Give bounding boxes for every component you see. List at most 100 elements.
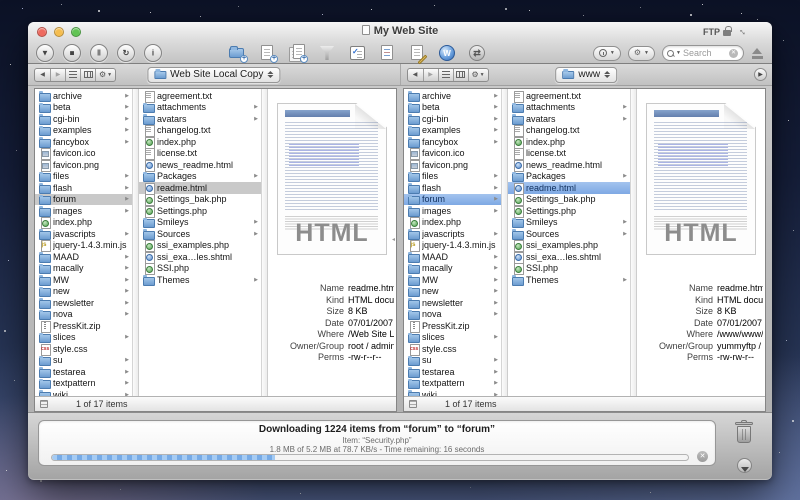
- action-menu-button[interactable]: ⚙▼: [95, 69, 115, 81]
- action-menu-button[interactable]: ⚙▼: [468, 69, 488, 81]
- list-item[interactable]: license.txt: [139, 148, 261, 160]
- sync-button[interactable]: ⇄: [468, 44, 487, 62]
- search-field[interactable]: ▼ ✕: [662, 45, 744, 61]
- list-item[interactable]: Smileys▶: [508, 217, 630, 229]
- refresh-button[interactable]: ↻: [117, 44, 135, 62]
- list-item[interactable]: news_readme.html: [139, 159, 261, 171]
- list-item[interactable]: ssi_exa…les.shtml: [508, 251, 630, 263]
- list-item[interactable]: jquery-1.4.3.min.js: [404, 240, 501, 252]
- list-item[interactable]: style.css: [404, 343, 501, 355]
- list-item[interactable]: SSI.php: [508, 263, 630, 275]
- list-item[interactable]: cgi-bin▶: [404, 113, 501, 125]
- duplicate-button[interactable]: +: [288, 44, 307, 62]
- list-item[interactable]: changelog.txt: [139, 125, 261, 137]
- list-item[interactable]: examples▶: [404, 125, 501, 137]
- list-item[interactable]: favicon.ico: [404, 148, 501, 160]
- list-item[interactable]: agreement.txt: [508, 90, 630, 102]
- list-item[interactable]: agreement.txt: [139, 90, 261, 102]
- list-item[interactable]: attachments▶: [508, 102, 630, 114]
- scrollbar-track[interactable]: [501, 89, 508, 396]
- list-item[interactable]: jquery-1.4.3.min.js: [35, 240, 132, 252]
- schedule-menu-button[interactable]: ⚙ ▼: [628, 46, 655, 61]
- left-path-dropdown[interactable]: Web Site Local Copy: [147, 67, 280, 83]
- list-item[interactable]: Sources▶: [508, 228, 630, 240]
- list-item[interactable]: favicon.png: [35, 159, 132, 171]
- new-file-button[interactable]: +: [258, 44, 277, 62]
- list-item[interactable]: textpattern▶: [404, 378, 501, 390]
- pause-button[interactable]: ‖: [90, 44, 108, 62]
- list-item[interactable]: ssi_exa…les.shtml: [139, 251, 261, 263]
- list-item[interactable]: index.php: [35, 217, 132, 229]
- list-item[interactable]: slices▶: [35, 332, 132, 344]
- scrollbar-track[interactable]: [132, 89, 139, 396]
- column-view-button[interactable]: [80, 69, 95, 81]
- list-item[interactable]: favicon.png: [404, 159, 501, 171]
- list-item[interactable]: examples▶: [35, 125, 132, 137]
- new-folder-button[interactable]: +: [228, 44, 247, 62]
- list-item[interactable]: su▶: [35, 355, 132, 367]
- list-item[interactable]: MW▶: [35, 274, 132, 286]
- list-item[interactable]: ssi_examples.php: [139, 240, 261, 252]
- list-item[interactable]: wiki▶: [404, 389, 501, 396]
- list-item[interactable]: SSI.php: [139, 263, 261, 275]
- list-item[interactable]: forum▶: [404, 194, 501, 206]
- list-item[interactable]: new▶: [404, 286, 501, 298]
- list-item[interactable]: Settings_bak.php: [139, 194, 261, 206]
- list-item[interactable]: MAAD▶: [404, 251, 501, 263]
- list-item[interactable]: Packages▶: [139, 171, 261, 183]
- list-item[interactable]: Settings.php: [508, 205, 630, 217]
- back-button[interactable]: ◀: [35, 69, 50, 81]
- list-item[interactable]: MW▶: [404, 274, 501, 286]
- filter-button[interactable]: [318, 44, 337, 62]
- forward-button[interactable]: ▶: [423, 69, 438, 81]
- clear-search-icon[interactable]: ✕: [729, 49, 738, 58]
- list-view-button[interactable]: [65, 69, 80, 81]
- list-item[interactable]: license.txt: [508, 148, 630, 160]
- list-item[interactable]: Settings.php: [139, 205, 261, 217]
- list-item[interactable]: new▶: [35, 286, 132, 298]
- list-item[interactable]: index.php: [139, 136, 261, 148]
- list-item[interactable]: su▶: [404, 355, 501, 367]
- right-path-dropdown[interactable]: www: [555, 67, 617, 83]
- list-item[interactable]: files▶: [35, 171, 132, 183]
- list-item[interactable]: testarea▶: [35, 366, 132, 378]
- list-item[interactable]: ssi_examples.php: [508, 240, 630, 252]
- download-button[interactable]: ▼: [36, 44, 54, 62]
- list-item[interactable]: flash▶: [404, 182, 501, 194]
- list-item[interactable]: javascripts▶: [404, 228, 501, 240]
- list-item[interactable]: nova▶: [35, 309, 132, 321]
- list-item[interactable]: fancybox▶: [35, 136, 132, 148]
- column-view-button[interactable]: [453, 69, 468, 81]
- list-item[interactable]: readme.html: [139, 182, 261, 194]
- forward-button[interactable]: ▶: [50, 69, 65, 81]
- list-item[interactable]: attachments▶: [139, 102, 261, 114]
- list-item[interactable]: files▶: [404, 171, 501, 183]
- edit-button[interactable]: [408, 44, 427, 62]
- list-item[interactable]: Packages▶: [508, 171, 630, 183]
- list-item[interactable]: archive▶: [404, 90, 501, 102]
- trash-button[interactable]: [734, 419, 754, 444]
- stop-button[interactable]: ■: [63, 44, 81, 62]
- eject-button[interactable]: [751, 47, 764, 59]
- list-item[interactable]: fancybox▶: [404, 136, 501, 148]
- scrollbar-track[interactable]: [261, 89, 268, 396]
- list-item[interactable]: Smileys▶: [139, 217, 261, 229]
- list-item[interactable]: cgi-bin▶: [35, 113, 132, 125]
- list-item[interactable]: changelog.txt: [508, 125, 630, 137]
- log-button[interactable]: [378, 44, 397, 62]
- list-item[interactable]: PressKit.zip: [35, 320, 132, 332]
- info-button[interactable]: i: [144, 44, 162, 62]
- list-item[interactable]: avatars▶: [139, 113, 261, 125]
- list-item[interactable]: beta▶: [404, 102, 501, 114]
- titlebar[interactable]: My Web Site FTP ↔: [28, 22, 772, 42]
- list-item[interactable]: images▶: [35, 205, 132, 217]
- list-item[interactable]: Themes▶: [508, 274, 630, 286]
- list-item[interactable]: macally▶: [35, 263, 132, 275]
- list-item[interactable]: Settings_bak.php: [508, 194, 630, 206]
- list-item[interactable]: PressKit.zip: [404, 320, 501, 332]
- list-item[interactable]: images▶: [404, 205, 501, 217]
- cancel-transfer-button[interactable]: ✕: [697, 451, 708, 462]
- list-item[interactable]: testarea▶: [404, 366, 501, 378]
- list-item[interactable]: newsletter▶: [35, 297, 132, 309]
- list-item[interactable]: slices▶: [404, 332, 501, 344]
